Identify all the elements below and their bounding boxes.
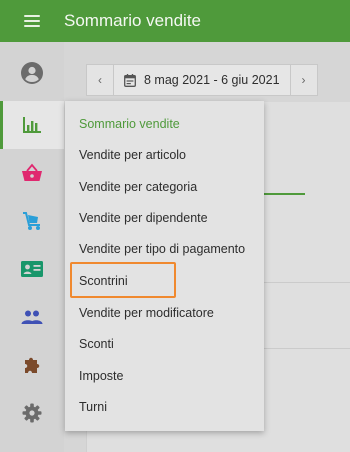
sidebar-item-customers[interactable] [0,245,64,293]
menu-item-vendite-per-modificatore[interactable]: Vendite per modificatore [79,306,214,320]
date-prev-button[interactable]: ‹ [86,64,114,96]
users-icon [21,310,43,324]
menu-item-sconti[interactable]: Sconti [79,337,114,351]
date-next-button[interactable]: › [289,64,318,96]
sidebar-item-employees[interactable] [0,197,64,245]
date-range-label: 8 mag 2021 - 6 giu 2021 [144,73,280,87]
menu-item-sommario-vendite[interactable]: Sommario vendite [79,117,180,131]
menu-item-vendite-per-tipo-di-pagamento[interactable]: Vendite per tipo di pagamento [79,242,245,256]
page-title: Sommario vendite [64,11,202,30]
gear-icon [22,403,42,423]
hamburger-menu-button[interactable] [0,0,64,42]
date-range-picker: ‹ 8 mag 2021 - 6 giu 2021 › [86,64,318,96]
hamburger-icon [24,15,40,27]
sidebar-item-users[interactable] [0,293,64,341]
employee-cart-icon [23,212,40,230]
sidebar-item-reports[interactable] [0,101,64,149]
calendar-icon [124,73,136,87]
menu-item-vendite-per-categoria[interactable]: Vendite per categoria [79,180,197,194]
sidebar-item-settings[interactable] [0,389,64,437]
id-card-icon [21,261,43,277]
basket-icon [22,163,42,181]
scontrini-highlight-box [70,262,176,298]
menu-item-imposte[interactable]: Imposte [79,369,123,383]
account-circle-icon [21,62,43,84]
sidebar-item-integrations[interactable] [0,341,64,389]
sidebar-item-items[interactable] [0,149,64,197]
puzzle-icon [25,357,40,373]
menu-item-vendite-per-articolo[interactable]: Vendite per articolo [79,148,186,162]
top-app-bar: Sommario vendite [0,0,350,42]
sidebar-item-account[interactable] [0,49,64,97]
menu-item-turni[interactable]: Turni [79,400,107,414]
bar-chart-icon [23,117,41,133]
sidebar [0,42,64,452]
date-range-field[interactable]: 8 mag 2021 - 6 giu 2021 [114,64,290,96]
menu-item-vendite-per-dipendente[interactable]: Vendite per dipendente [79,211,208,225]
